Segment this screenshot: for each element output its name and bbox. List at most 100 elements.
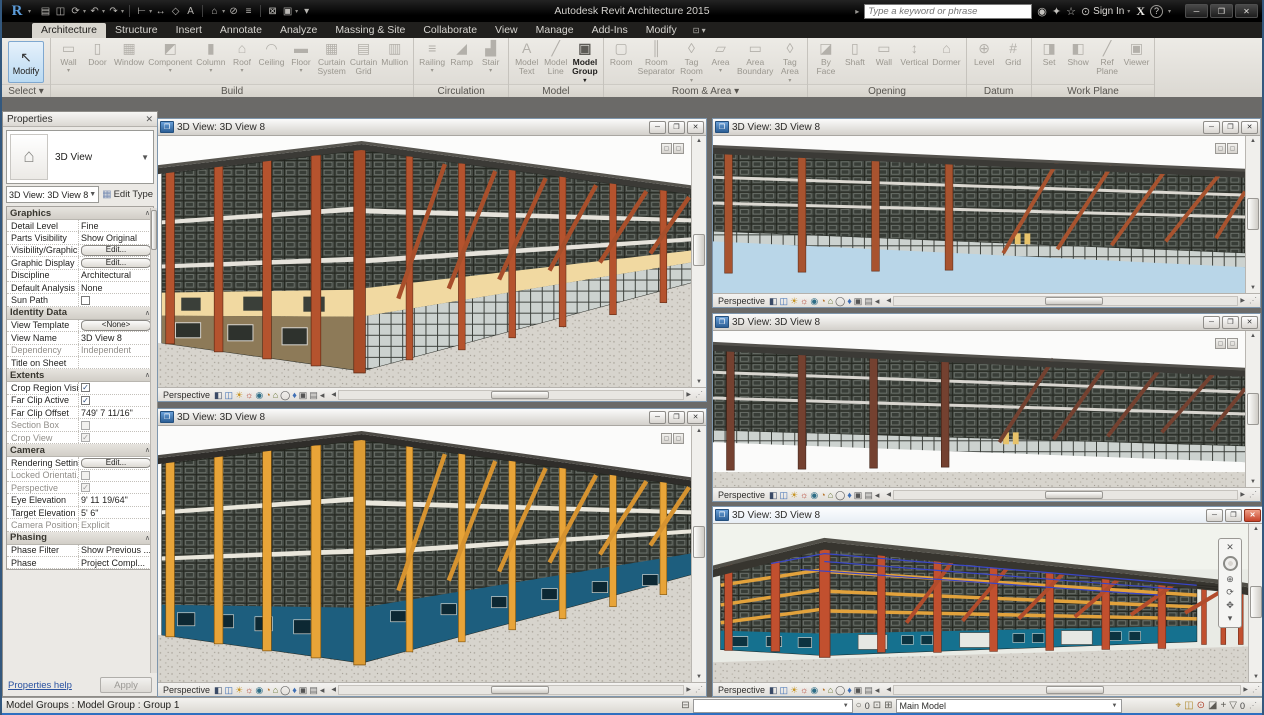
drag-on-selection-icon[interactable]: + <box>1220 700 1226 711</box>
dropdown-caret-icon[interactable]: ▾ <box>67 68 70 74</box>
ribbon-button-set[interactable]: ◨Set <box>1035 39 1064 84</box>
hscrollbar-thumb[interactable] <box>1045 491 1103 499</box>
property-button-rendering-settings[interactable]: Edit... <box>81 458 151 469</box>
design-options-icon[interactable]: ⊡ <box>873 700 881 711</box>
show-crop-region-icon[interactable]: ◔ <box>265 685 270 695</box>
hscrollbar-thumb[interactable] <box>1045 297 1103 305</box>
scroll-left-icon[interactable]: ◀ <box>329 686 338 693</box>
section-identity-data[interactable]: Identity Data∧ <box>7 307 153 320</box>
navigation-bar-collapsed[interactable]: ▢▢ <box>661 433 684 444</box>
ribbon-button-ref-plane[interactable]: ╱RefPlane <box>1093 39 1122 84</box>
view-restore-button[interactable]: ❐ <box>1222 121 1239 134</box>
view-window-top-left[interactable]: ❒ 3D View: 3D View 8 ─❐✕ <box>157 118 707 402</box>
reveal-hidden-elements-icon[interactable]: ♦ <box>847 296 852 306</box>
temporary-view-properties-icon[interactable]: ▤ <box>309 685 318 695</box>
panel-label-datum[interactable]: Datum <box>967 84 1031 97</box>
orbit-icon[interactable]: ⟳ <box>1226 588 1234 597</box>
scroll-left-icon[interactable]: ◀ <box>884 686 893 693</box>
crop-view-icon[interactable]: ◉ <box>810 685 818 695</box>
properties-help-link[interactable]: Properties help <box>8 680 72 691</box>
show-crop-region-icon[interactable]: ◔ <box>265 390 270 400</box>
ribbon-display-toggle[interactable]: ⊡ ▾ <box>693 26 706 38</box>
temporary-view-properties-icon[interactable]: ▤ <box>864 296 873 306</box>
worksets-icon[interactable]: ⊟ <box>681 700 689 711</box>
vertical-scrollbar[interactable]: ▲▼ <box>691 136 706 387</box>
ribbon-button-area[interactable]: ▱Area▾ <box>706 39 735 84</box>
view-canvas[interactable]: ▢▢ <box>713 331 1245 487</box>
view-window-bottom-right-active[interactable]: ❒ 3D View: 3D View 8 ─❐✕ <box>712 506 1264 697</box>
navigation-bar-collapsed[interactable]: ▢▢ <box>1215 338 1238 349</box>
property-value[interactable]: 5' 6" <box>78 507 153 518</box>
visual-style-icon[interactable]: ◧ <box>214 685 223 695</box>
scroll-right-icon[interactable]: ▶ <box>684 391 693 398</box>
sun-path-icon[interactable]: ☀ <box>235 685 243 695</box>
scrollbar-thumb[interactable] <box>693 526 705 558</box>
shadows-icon[interactable]: ☼ <box>245 390 253 400</box>
crop-view-icon[interactable]: ◉ <box>810 490 818 500</box>
tab-add-ins[interactable]: Add-Ins <box>583 23 637 38</box>
reveal-hidden-elements-icon[interactable]: ♦ <box>292 685 297 695</box>
property-value[interactable]: Project Compl... <box>78 557 153 568</box>
tab-manage[interactable]: Manage <box>527 23 583 38</box>
resize-grip[interactable]: ⋰ <box>1251 685 1261 694</box>
control-bar-collapse-icon[interactable]: ◂ <box>875 296 880 306</box>
properties-header[interactable]: Properties ✕ <box>3 112 157 127</box>
property-value[interactable]: Independent <box>78 345 153 356</box>
dropdown-caret-icon[interactable]: ▾ <box>299 68 302 74</box>
scroll-down-icon[interactable]: ▼ <box>1250 477 1256 487</box>
navigation-bar[interactable]: ✕ ⊕ ⟳ ✥ ▾ <box>1218 538 1242 628</box>
section-graphics[interactable]: Graphics∧ <box>7 207 153 220</box>
checkbox-locked-orientati[interactable] <box>81 471 90 480</box>
view-window-middle-right[interactable]: ❒ 3D View: 3D View 8 ─❐✕ <box>712 313 1261 502</box>
scroll-up-icon[interactable]: ▲ <box>1250 331 1256 341</box>
worksharing-display-icon[interactable]: ▣ <box>299 390 308 400</box>
pan-icon[interactable]: ✥ <box>1226 601 1234 610</box>
tab-insert[interactable]: Insert <box>167 23 211 38</box>
ribbon-button-curtain-grid[interactable]: ▤CurtainGrid <box>348 39 379 84</box>
sun-path-icon[interactable]: ☀ <box>790 490 798 500</box>
view-scale-label[interactable]: Perspective <box>715 490 768 500</box>
worksharing-display-icon[interactable]: ▣ <box>854 685 863 695</box>
scroll-left-icon[interactable]: ◀ <box>884 491 893 498</box>
vertical-scrollbar[interactable]: ▲▼ <box>1245 136 1260 293</box>
horizontal-scrollbar[interactable]: ◀▶ <box>884 683 1250 696</box>
hscrollbar-thumb[interactable] <box>491 686 549 694</box>
ribbon-button-roof[interactable]: ⌂Roof▾ <box>227 39 256 84</box>
crop-view-icon[interactable]: ◉ <box>255 390 263 400</box>
open-icon[interactable]: ▤ <box>38 6 53 17</box>
aligned-dimension-icon[interactable]: ↔ <box>153 6 168 17</box>
checkbox-section-box[interactable] <box>81 421 90 430</box>
reveal-hidden-elements-icon[interactable]: ♦ <box>847 685 852 695</box>
scroll-down-icon[interactable]: ▼ <box>1250 283 1256 293</box>
navbar-box2-icon[interactable]: ▢ <box>1227 143 1238 154</box>
exchange-apps-icon[interactable]: X <box>1136 4 1145 19</box>
sun-path-icon[interactable]: ☀ <box>235 390 243 400</box>
ribbon-button-area-boundary[interactable]: ▭AreaBoundary <box>735 39 775 84</box>
property-value[interactable]: Edit... <box>78 257 153 268</box>
type-selector-caret-icon[interactable]: ▼ <box>141 153 153 162</box>
ribbon-button-viewer[interactable]: ▣Viewer <box>1122 39 1152 84</box>
navbar-box-icon[interactable]: ▢ <box>1215 143 1226 154</box>
scroll-right-icon[interactable]: ▶ <box>1238 491 1247 498</box>
dropdown-caret-icon[interactable]: ▾ <box>690 78 693 84</box>
ribbon-button-room-separator[interactable]: ║RoomSeparator <box>636 39 677 84</box>
temporary-hide-isolate-icon[interactable]: ◯ <box>835 685 845 695</box>
instance-selector[interactable]: 3D View: 3D View 8▼ <box>6 186 99 203</box>
dropdown-caret-icon[interactable]: ▾ <box>788 78 791 84</box>
redo-icon-caret[interactable]: ▾ <box>121 8 124 15</box>
navbar-box2-icon[interactable]: ▢ <box>673 433 684 444</box>
tab-massing-site[interactable]: Massing & Site <box>326 23 414 38</box>
control-bar-collapse-icon[interactable]: ◂ <box>320 390 325 400</box>
visual-style-icon[interactable]: ◧ <box>214 390 223 400</box>
switch-windows-icon-caret[interactable]: ▾ <box>295 8 298 15</box>
resize-grip[interactable]: ⋰ <box>1248 296 1258 305</box>
panel-label-model[interactable]: Model <box>509 84 603 97</box>
panel-label-opening[interactable]: Opening <box>808 84 965 97</box>
rendering-dialog-icon[interactable]: ◫ <box>780 490 789 500</box>
scrollbar-thumb[interactable] <box>693 234 705 266</box>
view-canvas[interactable]: ▢▢ <box>713 136 1245 293</box>
type-selector[interactable]: ⌂ 3D View ▼ <box>6 130 154 184</box>
worksharing-display-icon[interactable]: ▣ <box>299 685 308 695</box>
modify-button[interactable]: ↖ Modify <box>8 41 44 83</box>
panel-label-select[interactable]: Select ▾ <box>2 84 50 97</box>
